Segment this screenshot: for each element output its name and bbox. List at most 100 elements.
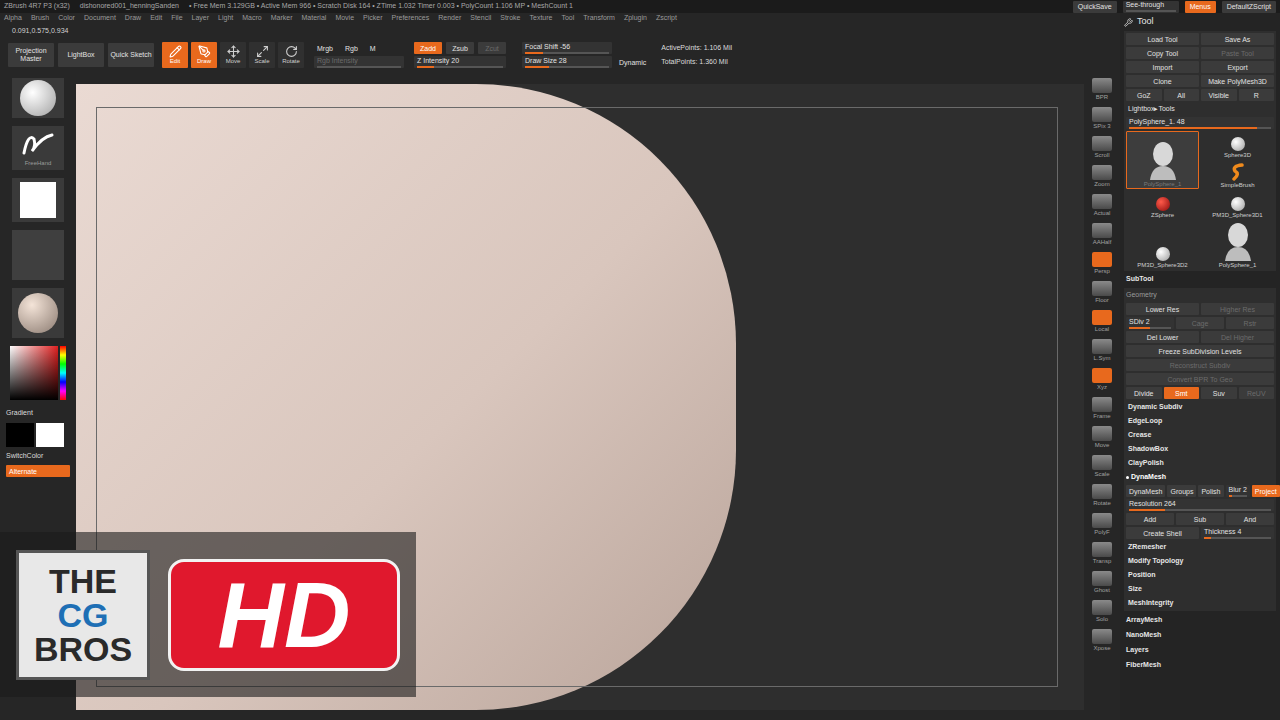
- geometry-button[interactable]: Lower Res: [1126, 303, 1199, 315]
- tool-thumbnail[interactable]: PM3D_Sphere3D1: [1201, 191, 1274, 219]
- lightbox-tools[interactable]: Lightbox▸Tools: [1126, 103, 1274, 115]
- shelf-button[interactable]: AAHalf: [1086, 221, 1118, 248]
- shelf-button[interactable]: BPR: [1086, 76, 1118, 103]
- mode-button[interactable]: Move: [220, 42, 246, 68]
- slider-track[interactable]: [417, 66, 503, 68]
- tool-button[interactable]: Import: [1126, 61, 1199, 73]
- menu-item[interactable]: Edit: [150, 13, 162, 24]
- shelf-button[interactable]: Zoom: [1086, 163, 1118, 190]
- menu-item[interactable]: Brush: [31, 13, 49, 24]
- tool-button[interactable]: All: [1164, 89, 1200, 101]
- shelf-button[interactable]: Actual: [1086, 192, 1118, 219]
- alpha-slot[interactable]: [12, 178, 64, 222]
- mode-button[interactable]: Rotate: [278, 42, 304, 68]
- shelf-button[interactable]: Solo: [1086, 598, 1118, 625]
- shelf-button[interactable]: Scale: [1086, 453, 1118, 480]
- slider-track[interactable]: [1129, 509, 1271, 511]
- menu-item[interactable]: File: [171, 13, 182, 24]
- title-button[interactable]: QuickSave: [1073, 1, 1117, 13]
- toolbar-button[interactable]: LightBox: [58, 43, 104, 67]
- geometry-slider[interactable]: Resolution 264: [1126, 499, 1274, 511]
- texture-slot[interactable]: [12, 230, 64, 280]
- shelf-button[interactable]: Persp: [1086, 250, 1118, 277]
- shelf-button[interactable]: Xpose: [1086, 627, 1118, 654]
- subpalette-header[interactable]: Position: [1126, 569, 1274, 581]
- tool-thumbnail[interactable]: SimpleBrush: [1201, 161, 1274, 189]
- menu-item[interactable]: Layer: [192, 13, 210, 24]
- shelf-button[interactable]: SPix 3: [1086, 105, 1118, 132]
- material-slot[interactable]: [12, 288, 64, 338]
- menu-item[interactable]: Transform: [583, 13, 615, 24]
- geometry-button[interactable]: Polish: [1198, 485, 1223, 497]
- title-button[interactable]: DefaultZScript: [1222, 1, 1276, 13]
- geometry-header[interactable]: Geometry: [1126, 290, 1274, 301]
- draw-size-slider[interactable]: Draw Size 28: [522, 56, 612, 68]
- menu-item[interactable]: Movie: [335, 13, 354, 24]
- slider-track[interactable]: [525, 52, 609, 54]
- tool-thumbnail[interactable]: PolySphere_1: [1126, 131, 1199, 189]
- mode-button[interactable]: Scale: [249, 42, 275, 68]
- geometry-button[interactable]: DynaMesh: [1126, 485, 1165, 497]
- menu-item[interactable]: Marker: [271, 13, 293, 24]
- palette-header[interactable]: ArrayMesh: [1124, 613, 1276, 628]
- shelf-button[interactable]: Floor: [1086, 279, 1118, 306]
- menu-item[interactable]: Stencil: [470, 13, 491, 24]
- geometry-button[interactable]: Smt: [1164, 387, 1200, 399]
- menu-item[interactable]: Alpha: [4, 13, 22, 24]
- brush-slot[interactable]: [12, 78, 64, 118]
- shelf-button[interactable]: Local: [1086, 308, 1118, 335]
- geometry-button[interactable]: Groups: [1167, 485, 1196, 497]
- subpalette-header[interactable]: ZRemesher: [1126, 541, 1274, 553]
- alternate-button[interactable]: Alternate: [6, 465, 70, 477]
- geometry-slider[interactable]: SDiv 2: [1126, 317, 1174, 329]
- subpalette-header[interactable]: MeshIntegrity: [1126, 597, 1274, 609]
- color-square[interactable]: [10, 346, 58, 400]
- title-button[interactable]: Menus: [1185, 1, 1216, 13]
- focal-shift-slider[interactable]: Focal Shift -56: [522, 42, 612, 54]
- shelf-button[interactable]: Move: [1086, 424, 1118, 451]
- tool-button[interactable]: R: [1239, 89, 1275, 101]
- shelf-button[interactable]: Transp: [1086, 540, 1118, 567]
- palette-header[interactable]: Layers: [1124, 643, 1276, 658]
- shelf-button[interactable]: Scroll: [1086, 134, 1118, 161]
- geometry-button[interactable]: Del Lower: [1126, 331, 1199, 343]
- section-header[interactable]: DynaMesh: [1126, 471, 1274, 483]
- tool-button[interactable]: Clone: [1126, 75, 1199, 87]
- tool-button[interactable]: GoZ: [1126, 89, 1162, 101]
- geometry-button[interactable]: Freeze SubDivision Levels: [1126, 345, 1274, 357]
- menu-item[interactable]: Macro: [242, 13, 261, 24]
- tool-thumbnail[interactable]: Sphere3D: [1201, 131, 1274, 159]
- menu-item[interactable]: Light: [218, 13, 233, 24]
- palette-header[interactable]: FiberMesh: [1124, 658, 1276, 673]
- geometry-button[interactable]: And: [1226, 513, 1274, 525]
- tool-button[interactable]: Save As: [1201, 33, 1274, 45]
- subpalette-header[interactable]: Modify Topology: [1126, 555, 1274, 567]
- menu-item[interactable]: Color: [58, 13, 75, 24]
- menu-item[interactable]: Draw: [125, 13, 141, 24]
- tool-thumbnail[interactable]: ZSphere: [1126, 191, 1199, 219]
- slider-track[interactable]: [1229, 495, 1247, 497]
- primary-swatch[interactable]: [6, 423, 34, 447]
- menu-item[interactable]: Document: [84, 13, 116, 24]
- geometry-button[interactable]: Divide: [1126, 387, 1162, 399]
- toolbar-button[interactable]: Quick Sketch: [108, 43, 154, 67]
- slider-track[interactable]: [1129, 127, 1271, 129]
- tool-thumbnail[interactable]: PolySphere_1: [1201, 221, 1274, 269]
- color-mode-button[interactable]: Rgb: [342, 42, 361, 54]
- stroke-slot[interactable]: FreeHand: [12, 126, 64, 170]
- mode-button[interactable]: Edit: [162, 42, 188, 68]
- gradient-label[interactable]: Gradient: [6, 408, 70, 419]
- geometry-button[interactable]: Project: [1252, 485, 1280, 497]
- subtool-header[interactable]: SubTool: [1124, 273, 1276, 286]
- mode-button[interactable]: Draw: [191, 42, 217, 68]
- hue-strip[interactable]: [60, 346, 66, 400]
- menu-item[interactable]: Picker: [363, 13, 382, 24]
- shelf-button[interactable]: Ghost: [1086, 569, 1118, 596]
- secondary-swatch[interactable]: [36, 423, 64, 447]
- menu-item[interactable]: Preferences: [392, 13, 430, 24]
- slider-track[interactable]: [1129, 327, 1171, 329]
- z-intensity-slider[interactable]: Z Intensity 20: [414, 56, 506, 68]
- menu-item[interactable]: Zscript: [656, 13, 677, 24]
- switch-color[interactable]: SwitchColor: [6, 451, 70, 462]
- color-picker[interactable]: [10, 346, 66, 400]
